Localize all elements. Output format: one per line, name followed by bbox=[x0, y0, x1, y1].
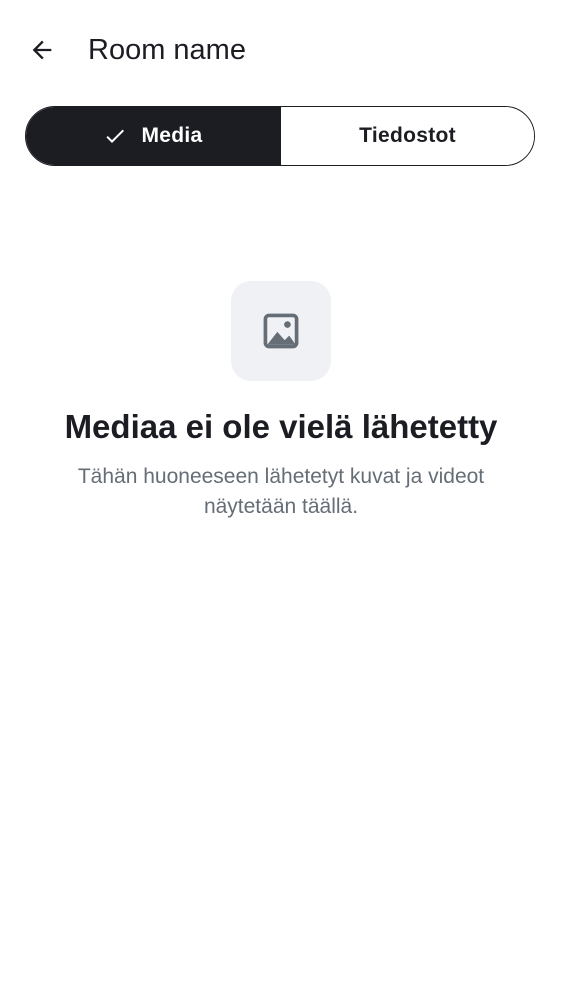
empty-state-icon-container bbox=[231, 281, 331, 381]
tab-media-label: Media bbox=[141, 124, 203, 147]
media-gallery-screen: Room name Media Tiedostot Mediaa ei ole … bbox=[0, 0, 562, 1000]
top-app-bar: Room name bbox=[0, 0, 562, 100]
back-button[interactable] bbox=[18, 26, 66, 74]
empty-state-description: Tähän huoneeseen lähetetyt kuvat ja vide… bbox=[77, 465, 485, 518]
page-title: Room name bbox=[88, 34, 246, 66]
tab-files-label: Tiedostot bbox=[359, 124, 456, 147]
empty-state-title: Mediaa ei ole vielä lähetetty bbox=[64, 408, 498, 445]
arrow-left-icon bbox=[32, 40, 52, 60]
image-icon bbox=[263, 313, 299, 349]
tab-files[interactable]: Tiedostot bbox=[280, 107, 534, 165]
tab-media[interactable]: Media bbox=[26, 107, 280, 165]
check-icon bbox=[103, 124, 127, 148]
media-files-segmented-control: Media Tiedostot bbox=[25, 106, 535, 166]
